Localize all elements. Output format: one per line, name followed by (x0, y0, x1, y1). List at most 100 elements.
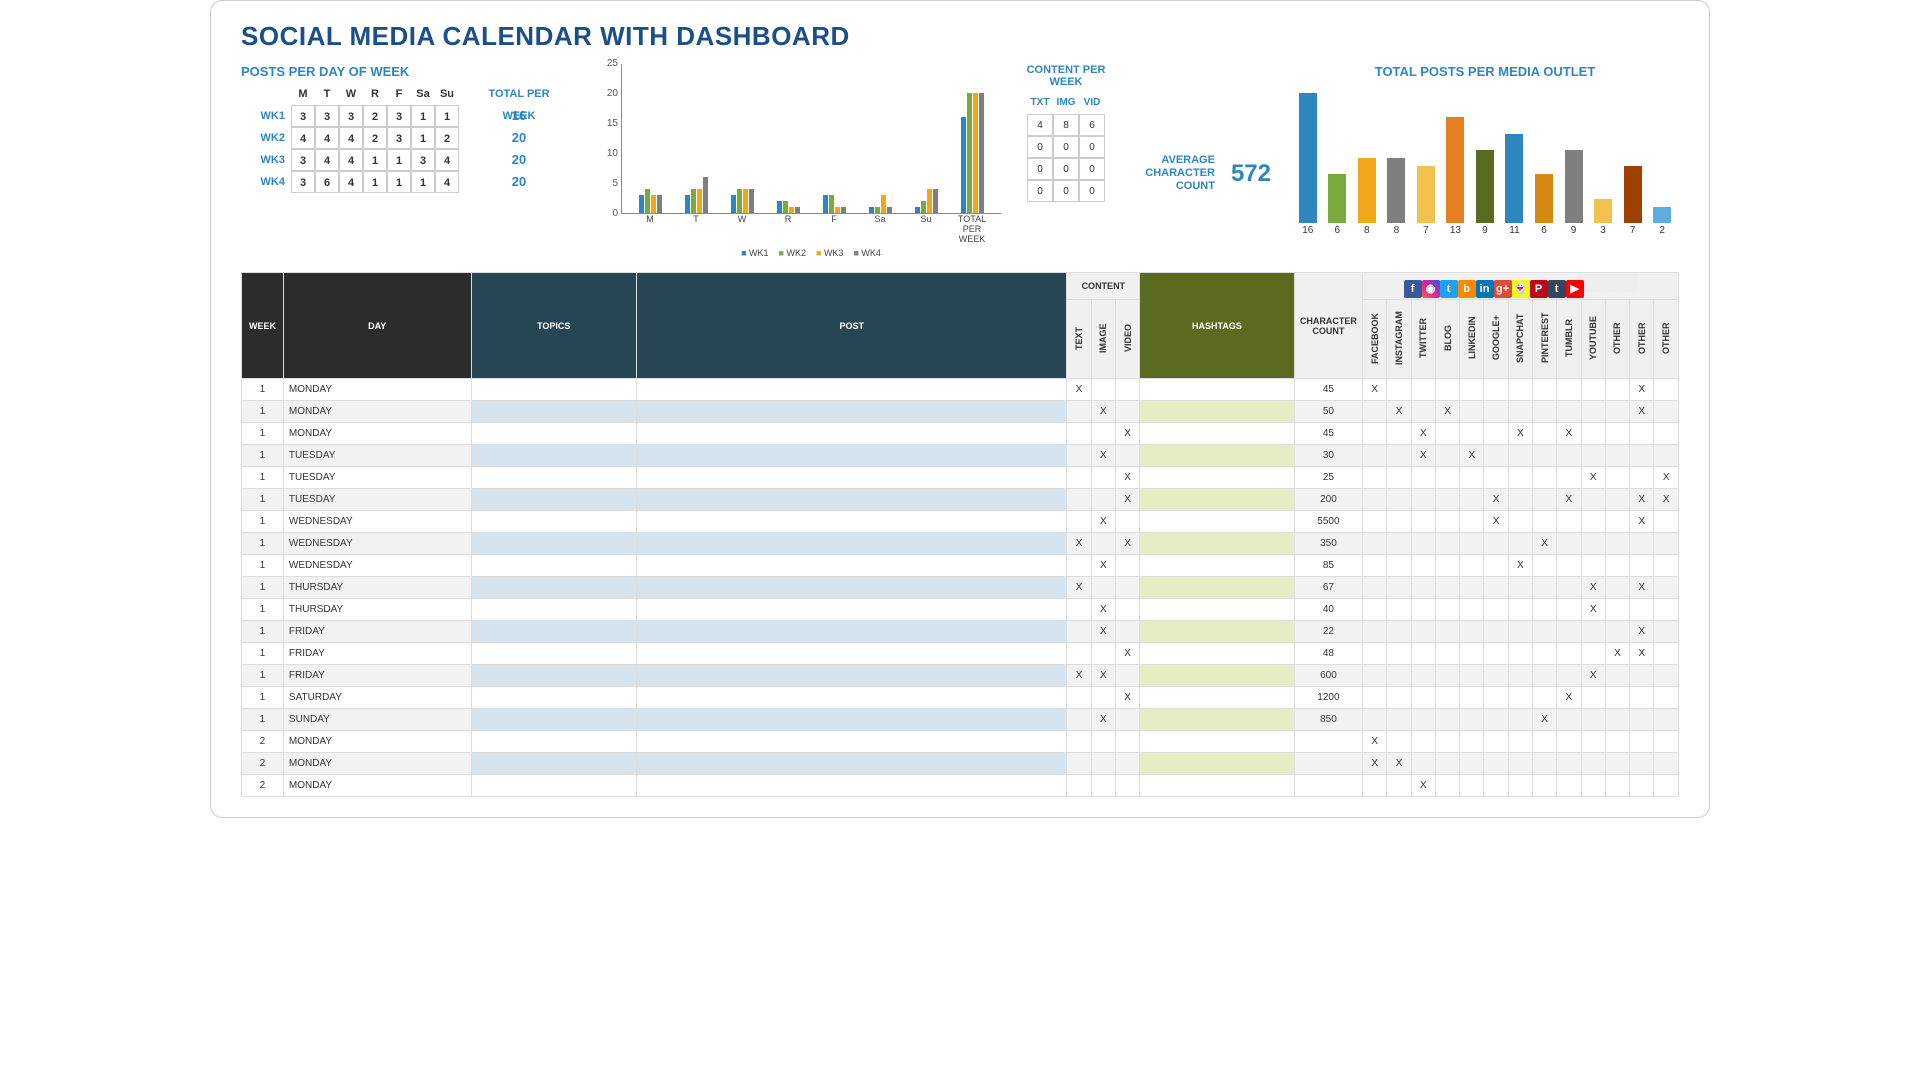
cpw-cell[interactable]: 0 (1079, 158, 1105, 180)
cell-social[interactable] (1654, 599, 1679, 621)
cell-social[interactable]: X (1532, 533, 1556, 555)
cell-hashtags[interactable] (1140, 731, 1294, 753)
cell-social[interactable]: X (1654, 467, 1679, 489)
cell-hashtags[interactable] (1140, 709, 1294, 731)
cell-social[interactable] (1363, 665, 1387, 687)
cell-social[interactable] (1387, 599, 1411, 621)
cell-social[interactable] (1484, 621, 1508, 643)
cell-video[interactable] (1115, 775, 1139, 797)
cell-day[interactable]: MONDAY (283, 753, 471, 775)
cell-video[interactable]: X (1115, 467, 1139, 489)
cpw-cell[interactable]: 6 (1079, 114, 1105, 136)
cell-social[interactable]: X (1411, 775, 1435, 797)
cell-hashtags[interactable] (1140, 533, 1294, 555)
cell-social[interactable] (1508, 445, 1532, 467)
table-row[interactable]: 1FRIDAYX48XX (242, 643, 1679, 665)
cell-hashtags[interactable] (1140, 775, 1294, 797)
cell-hashtags[interactable] (1140, 379, 1294, 401)
cell-social[interactable] (1387, 775, 1411, 797)
cell-social[interactable]: X (1581, 665, 1605, 687)
cell-social[interactable] (1557, 401, 1581, 423)
table-row[interactable]: 1TUESDAYX30XX (242, 445, 1679, 467)
cell-social[interactable] (1532, 775, 1556, 797)
cell-image[interactable] (1091, 489, 1115, 511)
cell-social[interactable] (1581, 555, 1605, 577)
cell-day[interactable]: SATURDAY (283, 687, 471, 709)
cell-social[interactable] (1532, 577, 1556, 599)
cell-week[interactable]: 1 (242, 379, 284, 401)
cell-social[interactable] (1508, 511, 1532, 533)
cell-social[interactable] (1630, 467, 1654, 489)
cell-social[interactable] (1460, 731, 1484, 753)
ppdow-cell[interactable]: 3 (291, 171, 315, 193)
cell-social[interactable] (1484, 555, 1508, 577)
cell-social[interactable] (1363, 577, 1387, 599)
cell-char-count[interactable]: 48 (1294, 643, 1362, 665)
cell-social[interactable] (1508, 577, 1532, 599)
cell-day[interactable]: THURSDAY (283, 599, 471, 621)
cell-text[interactable] (1067, 621, 1091, 643)
cell-video[interactable] (1115, 599, 1139, 621)
cell-social[interactable] (1387, 555, 1411, 577)
cell-social[interactable] (1411, 555, 1435, 577)
cell-social[interactable] (1581, 687, 1605, 709)
cell-social[interactable] (1630, 555, 1654, 577)
cell-social[interactable] (1435, 489, 1459, 511)
cell-hashtags[interactable] (1140, 511, 1294, 533)
cell-week[interactable]: 1 (242, 621, 284, 643)
cell-social[interactable] (1484, 533, 1508, 555)
cell-social[interactable] (1581, 643, 1605, 665)
ppdow-cell[interactable]: 3 (387, 127, 411, 149)
cell-image[interactable] (1091, 687, 1115, 709)
table-row[interactable]: 1TUESDAYX200XXXX (242, 489, 1679, 511)
cell-social[interactable] (1387, 621, 1411, 643)
cell-social[interactable] (1508, 599, 1532, 621)
cell-social[interactable] (1581, 709, 1605, 731)
cell-social[interactable]: X (1557, 687, 1581, 709)
cell-social[interactable] (1508, 775, 1532, 797)
cell-image[interactable] (1091, 577, 1115, 599)
cell-image[interactable]: X (1091, 401, 1115, 423)
cell-social[interactable] (1460, 687, 1484, 709)
cell-hashtags[interactable] (1140, 555, 1294, 577)
cell-day[interactable]: TUESDAY (283, 489, 471, 511)
cell-char-count[interactable]: 67 (1294, 577, 1362, 599)
cell-image[interactable]: X (1091, 665, 1115, 687)
cell-video[interactable]: X (1115, 533, 1139, 555)
cell-social[interactable] (1484, 643, 1508, 665)
cell-social[interactable] (1630, 687, 1654, 709)
cell-social[interactable]: X (1484, 511, 1508, 533)
cell-text[interactable]: X (1067, 379, 1091, 401)
cell-text[interactable] (1067, 511, 1091, 533)
ppdow-cell[interactable]: 3 (387, 105, 411, 127)
cell-char-count[interactable]: 45 (1294, 379, 1362, 401)
cpw-cell[interactable]: 8 (1053, 114, 1079, 136)
cell-social[interactable] (1435, 423, 1459, 445)
cell-social[interactable] (1581, 533, 1605, 555)
cell-social[interactable] (1411, 533, 1435, 555)
cell-post[interactable] (637, 599, 1067, 621)
cell-day[interactable]: FRIDAY (283, 643, 471, 665)
cell-post[interactable] (637, 401, 1067, 423)
cell-image[interactable] (1091, 775, 1115, 797)
cell-image[interactable] (1091, 731, 1115, 753)
cell-topics[interactable] (471, 445, 637, 467)
cell-social[interactable] (1411, 489, 1435, 511)
cell-day[interactable]: FRIDAY (283, 665, 471, 687)
cell-day[interactable]: MONDAY (283, 379, 471, 401)
cell-social[interactable] (1435, 753, 1459, 775)
cell-social[interactable] (1411, 577, 1435, 599)
cell-social[interactable] (1532, 621, 1556, 643)
cell-video[interactable] (1115, 401, 1139, 423)
ppdow-cell[interactable]: 4 (435, 149, 459, 171)
cell-social[interactable] (1460, 401, 1484, 423)
cell-day[interactable]: THURSDAY (283, 577, 471, 599)
cell-social[interactable] (1605, 709, 1629, 731)
cell-topics[interactable] (471, 511, 637, 533)
cell-social[interactable] (1532, 467, 1556, 489)
cell-post[interactable] (637, 489, 1067, 511)
cell-social[interactable]: X (1557, 489, 1581, 511)
cell-hashtags[interactable] (1140, 753, 1294, 775)
cell-social[interactable] (1411, 643, 1435, 665)
cell-social[interactable] (1387, 379, 1411, 401)
